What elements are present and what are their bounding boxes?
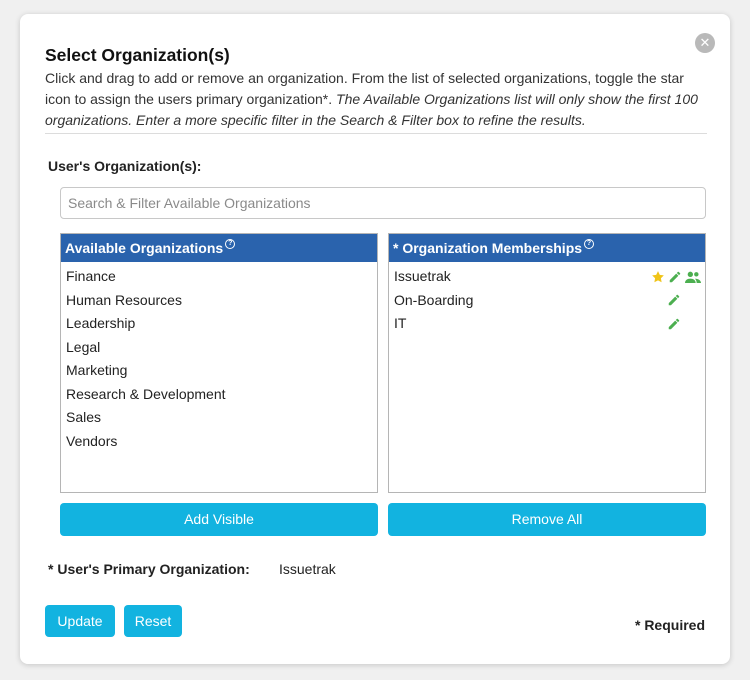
add-visible-button[interactable]: Add Visible <box>60 503 378 536</box>
update-button[interactable]: Update <box>45 605 115 637</box>
pencil-icon[interactable] <box>667 293 681 307</box>
list-item[interactable]: Finance <box>61 265 377 289</box>
close-icon[interactable]: ✕ <box>695 33 715 53</box>
divider <box>45 133 707 134</box>
list-item[interactable]: On-Boarding <box>389 289 705 313</box>
membership-actions <box>667 312 701 336</box>
organization-memberships-title: * Organization Memberships <box>393 240 583 256</box>
list-item[interactable]: Leadership <box>61 312 377 336</box>
organization-memberships-panel: * Organization Memberships? Issuetrak On… <box>388 233 706 493</box>
membership-actions <box>667 289 701 313</box>
membership-actions <box>651 265 701 289</box>
pencil-icon[interactable] <box>667 317 681 331</box>
select-organizations-dialog: ✕ Select Organization(s) Click and drag … <box>20 14 730 664</box>
pencil-icon[interactable] <box>668 270 682 284</box>
list-item[interactable]: IT <box>389 312 705 336</box>
membership-label: On-Boarding <box>394 291 474 308</box>
primary-organization-label: * User's Primary Organization: <box>48 561 250 577</box>
list-item[interactable]: Sales <box>61 406 377 430</box>
help-icon[interactable]: ? <box>225 239 236 249</box>
list-item[interactable]: Marketing <box>61 359 377 383</box>
dialog-title: Select Organization(s) <box>45 45 230 65</box>
membership-label: Issuetrak <box>394 268 451 284</box>
list-item[interactable]: Vendors <box>61 430 377 454</box>
membership-label: IT <box>394 315 407 331</box>
list-item[interactable]: Issuetrak <box>389 265 705 289</box>
organization-memberships-header: * Organization Memberships? <box>389 234 705 262</box>
available-organizations-list: Finance Human Resources Leadership Legal… <box>61 262 377 453</box>
search-filter-input[interactable] <box>60 187 706 219</box>
users-icon[interactable] <box>685 270 701 284</box>
required-note: * Required <box>634 617 705 633</box>
available-organizations-header: Available Organizations? <box>61 234 377 262</box>
organization-memberships-list: Issuetrak On-Boarding IT <box>389 262 705 336</box>
star-icon[interactable] <box>651 270 665 284</box>
help-icon[interactable]: ? <box>584 239 595 249</box>
primary-organization-value: Issuetrak <box>279 561 336 577</box>
remove-all-button[interactable]: Remove All <box>388 503 706 536</box>
available-organizations-panel: Available Organizations? Finance Human R… <box>60 233 378 493</box>
list-item[interactable]: Human Resources <box>61 289 377 313</box>
list-item[interactable]: Legal <box>61 336 377 360</box>
reset-button[interactable]: Reset <box>124 605 182 637</box>
list-item[interactable]: Research & Development <box>61 383 377 407</box>
available-organizations-title: Available Organizations <box>65 240 224 256</box>
dialog-description: Click and drag to add or remove an organ… <box>45 68 710 131</box>
users-organizations-label: User's Organization(s): <box>48 158 202 174</box>
